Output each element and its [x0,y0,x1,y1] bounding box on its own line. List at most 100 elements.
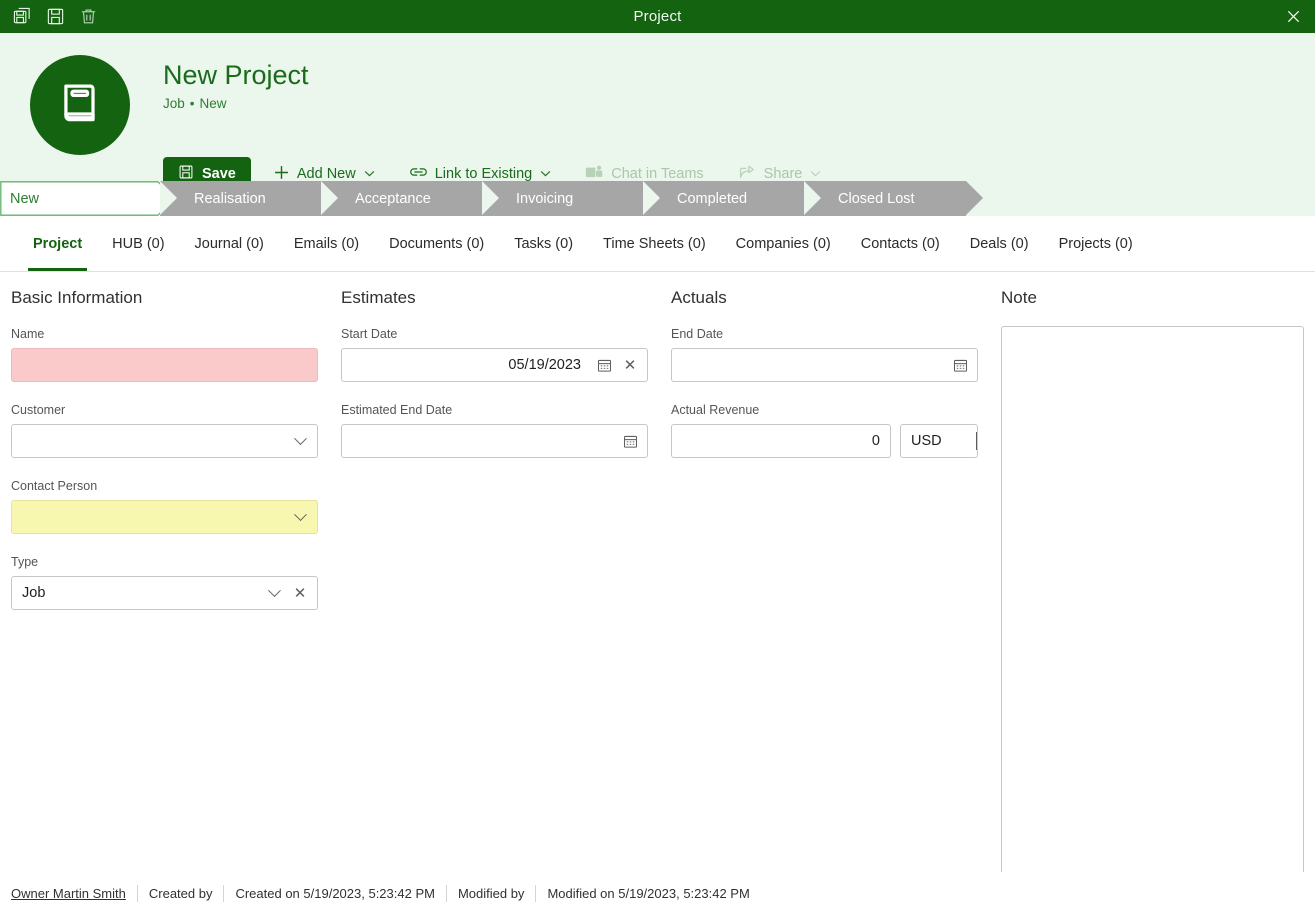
tab-hub[interactable]: HUB (0) [97,216,179,271]
chevron-down-icon[interactable] [976,432,977,450]
tab-label: HUB (0) [112,235,165,252]
chevron-down-icon [810,168,821,180]
stage-label: Realisation [194,190,266,207]
stage-invoicing[interactable]: Invoicing [482,181,660,216]
link-to-existing-label: Link to Existing [434,166,533,182]
estimated-end-date-input[interactable] [341,424,648,458]
stage-acceptance[interactable]: Acceptance [321,181,499,216]
tab-bar: Project HUB (0) Journal (0) Emails (0) D… [0,216,1315,272]
tab-journal[interactable]: Journal (0) [180,216,279,271]
title-bar: Project [0,0,1315,33]
type-dropdown[interactable]: Job ✕ [11,576,318,610]
modified-on: Modified on 5/19/2023, 5:23:42 PM [547,885,750,901]
section-title-note: Note [1001,288,1037,307]
calendar-icon[interactable] [591,349,617,381]
contact-person-dropdown[interactable] [11,500,318,534]
field-customer: Customer [11,402,318,458]
start-date-input[interactable]: 05/19/2023 ✕ [341,348,648,382]
actual-revenue-input[interactable]: 0 [671,424,891,458]
currency-dropdown[interactable]: USD [900,424,978,458]
created-by: Created by [148,885,213,901]
stage-new[interactable]: New [0,181,176,216]
field-value: Job [22,585,46,601]
tab-label: Documents (0) [389,235,485,252]
record-type: Job [163,96,185,111]
tab-tasks[interactable]: Tasks (0) [499,216,588,271]
clear-icon[interactable]: ✕ [287,577,313,609]
section-title-estimates: Estimates [341,288,416,307]
field-value: 0 [871,433,880,449]
chevron-down-icon[interactable] [287,425,313,457]
chevron-down-icon[interactable] [261,577,287,609]
record-footer: Owner Martin Smith Created by Created on… [0,872,1315,914]
calendar-icon[interactable] [617,425,643,457]
currency-value: USD [911,433,942,449]
delete-icon[interactable] [77,6,99,28]
tab-time-sheets[interactable]: Time Sheets (0) [588,216,721,271]
clear-icon[interactable]: ✕ [617,349,643,381]
close-icon[interactable] [1271,0,1315,33]
stage-label: Closed Lost [838,190,915,207]
field-end-date: End Date [671,326,978,382]
tab-companies[interactable]: Companies (0) [721,216,846,271]
window-title: Project [633,8,682,25]
avatar [30,55,130,155]
save-button-label: Save [202,166,236,182]
field-value: 05/19/2023 [508,357,581,373]
name-input[interactable] [11,348,318,382]
field-label: Contact Person [11,479,98,493]
modified-by: Modified by [457,885,525,901]
tab-project[interactable]: Project [18,216,97,271]
tab-label: Deals (0) [969,235,1029,252]
book-icon [54,77,106,134]
tab-label: Project [33,235,83,252]
project-window: Project New Project Job • New Save Add N… [0,0,1315,914]
field-start-date: Start Date 05/19/2023 ✕ [341,326,648,382]
tab-contacts[interactable]: Contacts (0) [846,216,955,271]
stage-pipeline: New Realisation Acceptance Invoicing Com… [0,181,1315,216]
tab-documents[interactable]: Documents (0) [374,216,499,271]
field-label: Name [11,327,45,341]
tab-label: Companies (0) [735,235,831,252]
field-estimated-end-date: Estimated End Date [341,402,648,458]
stage-closed-lost[interactable]: Closed Lost [804,181,983,216]
calendar-icon[interactable] [947,349,973,381]
tab-label: Journal (0) [194,235,264,252]
stage-list: New Realisation Acceptance Invoicing Com… [0,181,983,216]
basic-information-section: Basic Information Name Customer Contact … [11,272,318,630]
owner-link[interactable]: Owner Martin Smith [11,886,137,901]
record-status: New [199,96,227,111]
chevron-down-icon[interactable] [287,501,313,533]
chat-in-teams-label: Chat in Teams [611,166,704,182]
field-contact-person: Contact Person [11,478,318,534]
field-label: Actual Revenue [671,403,760,417]
tab-label: Contacts (0) [860,235,940,252]
actuals-section: Actuals End Date Actual Revenue 0 USD [671,272,978,478]
tab-deals[interactable]: Deals (0) [955,216,1044,271]
subtitle-separator: • [189,96,195,111]
note-textarea[interactable] [1001,326,1304,876]
end-date-input[interactable] [671,348,978,382]
share-label: Share [763,166,803,182]
owner-label: Owner Martin Smith [11,885,126,901]
stage-completed[interactable]: Completed [643,181,821,216]
stage-label: Invoicing [516,190,574,207]
field-name: Name [11,326,318,382]
add-new-label: Add New [296,166,356,182]
chevron-down-icon [540,168,551,180]
customer-dropdown[interactable] [11,424,318,458]
tab-label: Tasks (0) [514,235,574,252]
save-icon[interactable] [44,6,66,28]
stage-label: Acceptance [355,190,431,207]
stage-label: Completed [677,190,748,207]
record-subtitle: Job • New [163,96,309,111]
section-title-basic-information: Basic Information [11,288,143,307]
field-label: Start Date [341,327,398,341]
tab-emails[interactable]: Emails (0) [279,216,374,271]
save-as-icon[interactable] [11,6,33,28]
created-on: Created on 5/19/2023, 5:23:42 PM [235,885,435,901]
page-title: New Project [163,60,309,90]
tab-label: Time Sheets (0) [603,235,706,252]
stage-realisation[interactable]: Realisation [160,181,338,216]
tab-projects[interactable]: Projects (0) [1044,216,1148,271]
